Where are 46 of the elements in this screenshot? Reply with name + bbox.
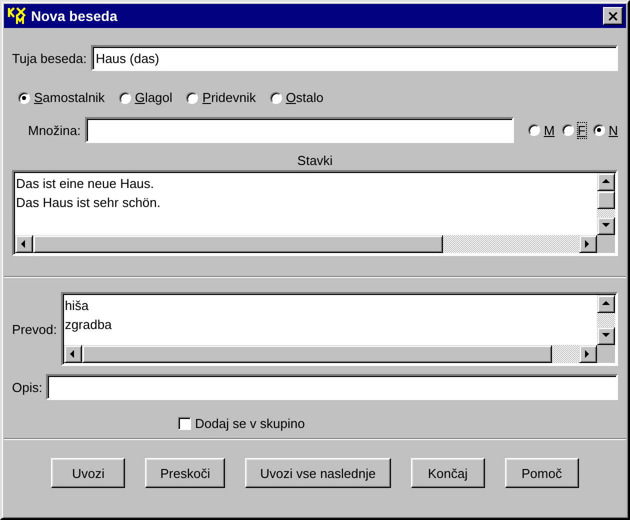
scroll-up-button[interactable] [597,295,615,313]
radio-option[interactable]: Samostalnik [18,90,105,105]
dialog-button[interactable]: Končaj [410,458,485,488]
text-list[interactable]: hiša zgradba [60,292,618,366]
field-label: Množina: [28,122,81,138]
radio-option[interactable]: Ostalo [270,90,324,105]
window-title: Nova beseda [31,8,118,24]
checkbox-option[interactable]: Dodaj se v skupino [178,416,305,431]
scroll-right-button[interactable] [579,235,597,253]
dialog-button[interactable]: Pomoč [504,458,579,488]
list-line: Das Haus ist sehr schön. [16,194,162,212]
scroll-thumb[interactable] [33,235,443,253]
horizontal-scrollbar[interactable] [15,235,597,253]
section-label: Stavki [297,153,333,168]
field-label: Prevod: [12,322,57,336]
vertical-scrollbar[interactable] [597,173,615,235]
scrollbar-corner [597,235,615,253]
input-field[interactable] [84,117,514,143]
dialog-button[interactable]: Uvozi [51,458,126,488]
close-button[interactable]: × [603,7,623,25]
dialog-button[interactable]: Preskoči [145,458,226,488]
text-list[interactable]: Das ist eine neue Haus. Das Haus ist sehr schön. [12,170,618,256]
field-label: Tuja beseda: [12,50,87,66]
field-label: Opis: [12,380,42,394]
scroll-down-button[interactable] [597,217,615,235]
list-line: Das ist eine neue Haus. [16,175,156,193]
radio-option[interactable]: M [528,122,555,138]
scroll-right-button[interactable] [579,345,597,363]
input-field[interactable] [46,374,618,400]
radio-option[interactable]: F [562,122,586,138]
radio-option[interactable]: Glagol [118,90,172,105]
radio-option[interactable]: N [592,122,618,138]
vertical-scrollbar[interactable] [597,295,615,345]
scroll-thumb[interactable] [597,191,615,209]
scrollbar-corner [597,345,615,363]
scroll-left-button[interactable] [64,345,82,363]
radio-option[interactable]: Pridevnik [186,90,256,105]
list-line: zgradba [64,316,113,334]
checkbox-icon [178,417,191,430]
scroll-down-button[interactable] [597,327,615,345]
list-line: hiša [64,297,90,315]
logo-icon [7,6,27,26]
input-field[interactable]: Haus (das) [90,45,618,71]
scroll-up-button[interactable] [597,173,615,191]
dialog-button[interactable]: Uvozi vse naslednje [245,458,391,488]
scroll-left-button[interactable] [15,235,33,253]
